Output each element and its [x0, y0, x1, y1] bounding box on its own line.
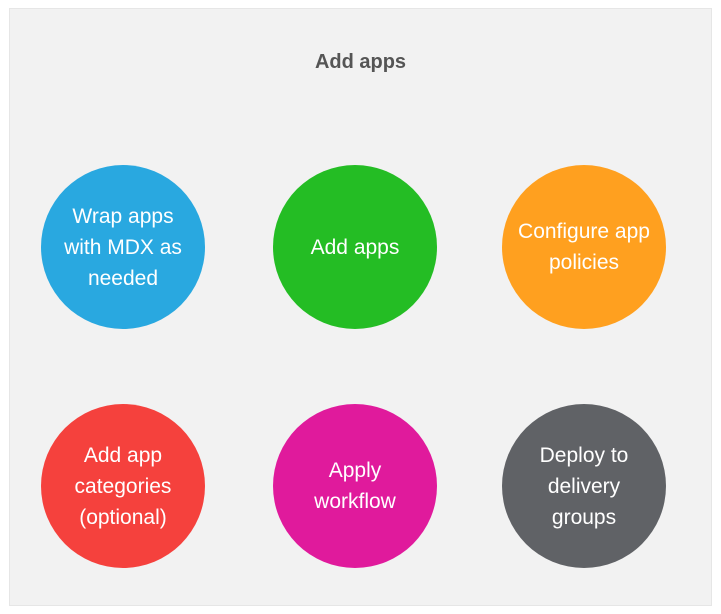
- step-label: Configure app policies: [518, 220, 650, 274]
- step-label: Deploy to delivery groups: [539, 443, 629, 529]
- step-add-categories-circle[interactable]: Add app categories (optional): [41, 404, 205, 568]
- diagram-panel: Add apps Wrap apps with MDX as needed Ad…: [9, 8, 712, 606]
- diagram-title: Add apps: [314, 51, 407, 73]
- step-add-apps-circle[interactable]: Add apps: [273, 165, 437, 329]
- step-configure-policies-circle[interactable]: Configure app policies: [502, 165, 666, 329]
- step-wrap-apps-circle[interactable]: Wrap apps with MDX as needed: [41, 165, 205, 329]
- step-deploy-circle[interactable]: Deploy to delivery groups: [502, 404, 666, 568]
- step-label: Add apps: [310, 235, 400, 259]
- step-label: Apply workflow: [314, 459, 396, 513]
- step-label: Add app categories (optional): [74, 443, 172, 529]
- step-label: Wrap apps with MDX as needed: [64, 204, 182, 290]
- step-apply-workflow-circle[interactable]: Apply workflow: [273, 404, 437, 568]
